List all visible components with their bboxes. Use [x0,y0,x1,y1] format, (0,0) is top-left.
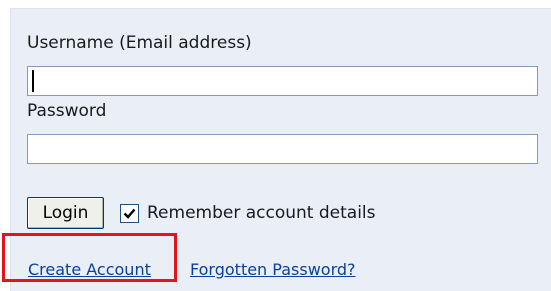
login-panel: Username (Email address) Password Login … [10,8,551,291]
forgotten-password-link[interactable]: Forgotten Password? [190,260,356,279]
username-input[interactable] [27,66,538,96]
username-label: Username (Email address) [27,33,252,53]
login-button[interactable]: Login [27,197,104,229]
checkmark-icon [123,208,136,219]
text-caret [32,70,34,92]
password-input[interactable] [27,134,538,164]
password-label: Password [27,101,107,121]
create-account-link[interactable]: Create Account [28,260,151,279]
remember-label: Remember account details [147,203,376,223]
remember-checkbox[interactable] [120,204,139,223]
